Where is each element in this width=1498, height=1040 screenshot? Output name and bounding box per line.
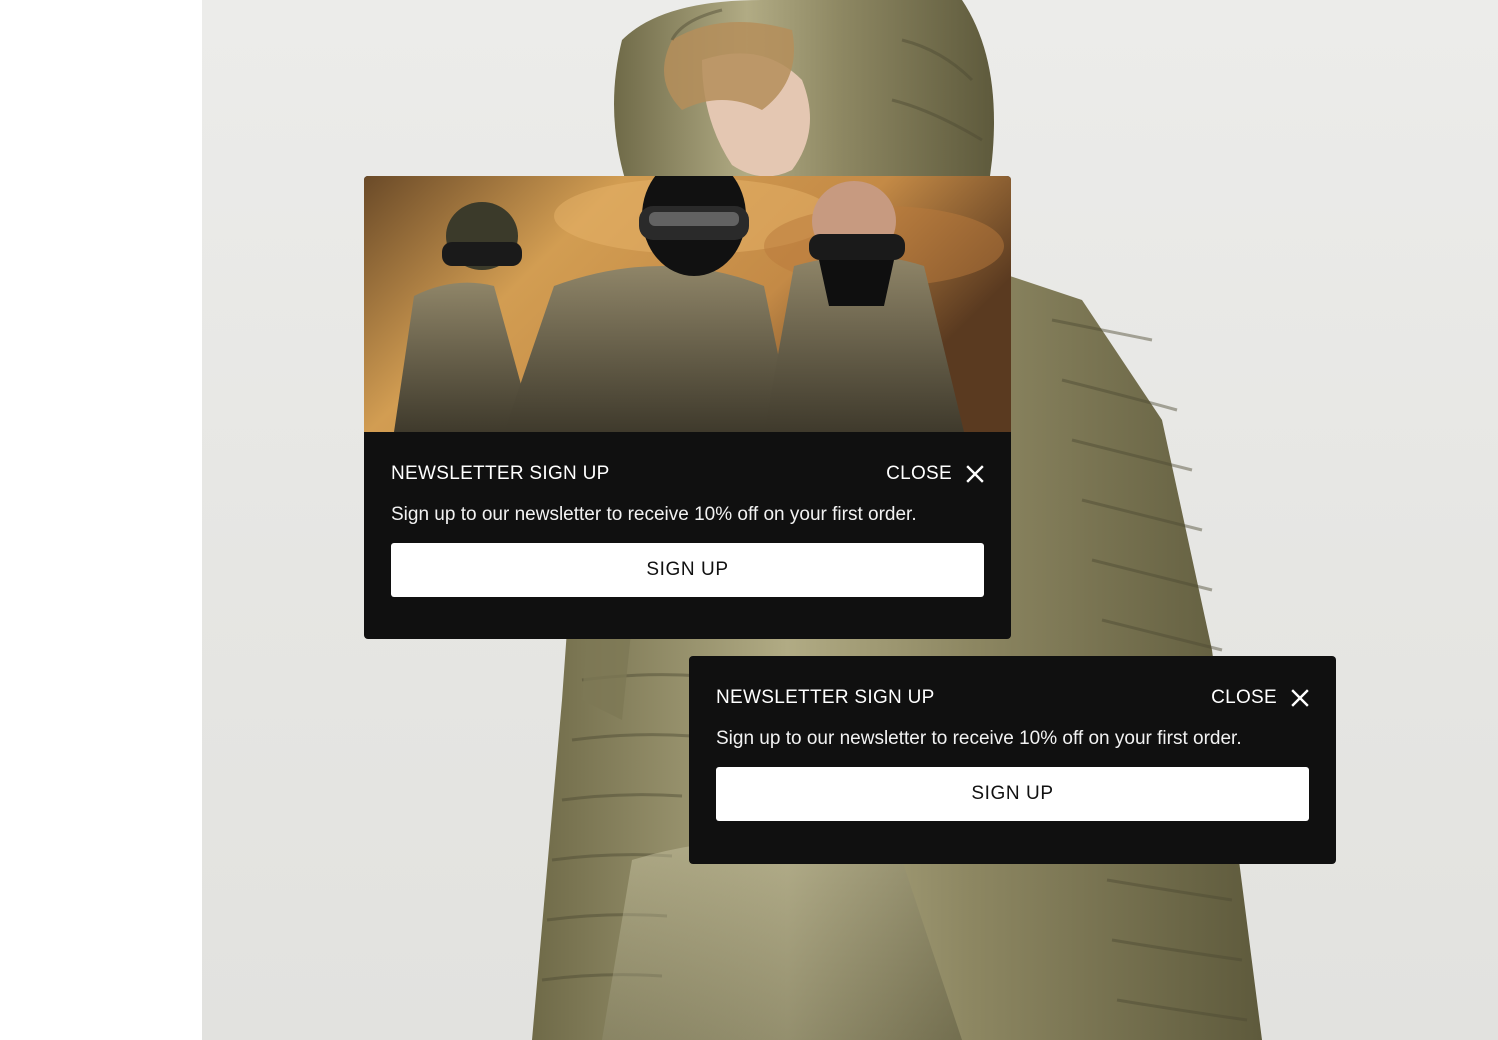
popup-body: NEWSLETTER SIGN UP CLOSE Sign up to our … — [689, 656, 1336, 821]
popup-hero-image — [364, 176, 1011, 432]
close-icon — [966, 465, 984, 483]
close-icon — [1291, 689, 1309, 707]
page-margin — [0, 0, 202, 1040]
close-label: CLOSE — [886, 463, 952, 484]
sign-up-button[interactable]: SIGN UP — [716, 767, 1309, 821]
newsletter-popup-compact: NEWSLETTER SIGN UP CLOSE Sign up to our … — [689, 656, 1336, 864]
popup-description: Sign up to our newsletter to receive 10%… — [716, 728, 1242, 749]
popup-header: NEWSLETTER SIGN UP CLOSE — [716, 684, 1309, 712]
popup-title: NEWSLETTER SIGN UP — [391, 463, 610, 484]
close-button[interactable]: CLOSE — [1211, 687, 1309, 709]
popup-header: NEWSLETTER SIGN UP CLOSE — [391, 460, 984, 488]
close-button[interactable]: CLOSE — [886, 463, 984, 485]
newsletter-popup-with-image: NEWSLETTER SIGN UP CLOSE Sign up to our … — [364, 176, 1011, 639]
popup-body: NEWSLETTER SIGN UP CLOSE Sign up to our … — [364, 432, 1011, 597]
sign-up-button[interactable]: SIGN UP — [391, 543, 984, 597]
popup-title: NEWSLETTER SIGN UP — [716, 687, 935, 708]
popup-description: Sign up to our newsletter to receive 10%… — [391, 504, 917, 525]
close-label: CLOSE — [1211, 687, 1277, 708]
three-models-in-jackets-illustration — [364, 176, 1011, 432]
